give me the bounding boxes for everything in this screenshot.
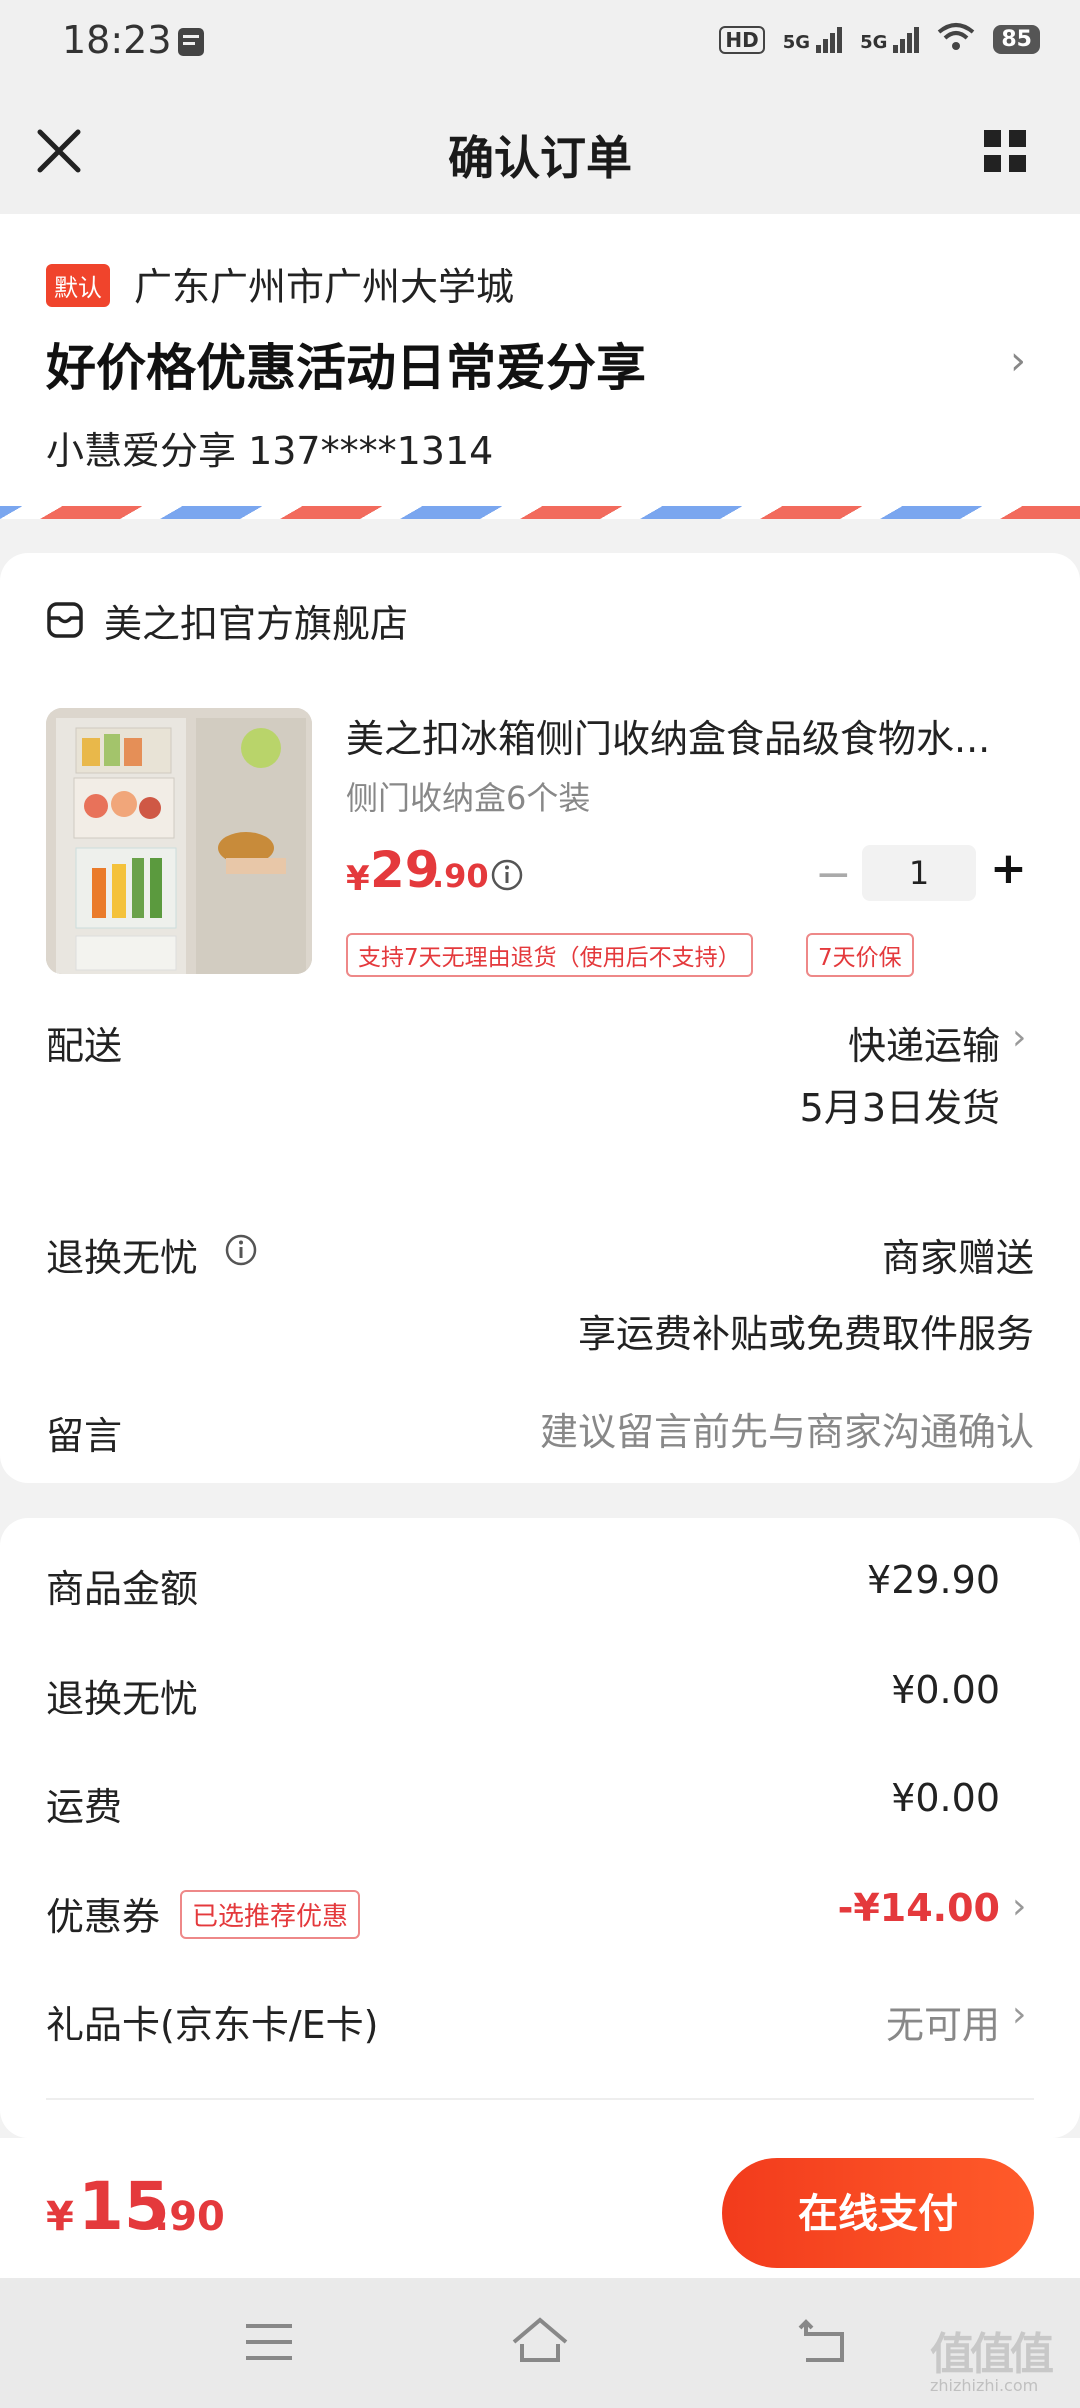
shop-name[interactable]: 美之扣官方旗舰店	[104, 593, 408, 648]
shipping-fee-value: ¥0.00	[891, 1776, 1000, 1820]
increase-button[interactable]: +	[990, 843, 1027, 894]
giftcard-value[interactable]: 无可用	[886, 1994, 1000, 2049]
delivery-chevron-icon: ›	[1012, 1017, 1027, 1058]
goods-amount-value: ¥29.90	[867, 1558, 1000, 1602]
return-service-desc: 享运费补贴或免费取件服务	[577, 1312, 1034, 1356]
return-policy-tag: 支持7天无理由退货（使用后不支持）	[346, 933, 753, 977]
status-bar: 18:23 HD 5G 5G 85	[0, 0, 1080, 88]
message-input[interactable]: 建议留言前先与商家沟通确认	[540, 1401, 1034, 1456]
quantity-field[interactable]: 1	[862, 845, 976, 901]
price-info-icon[interactable]	[490, 858, 524, 892]
giftcard-chevron-icon: ›	[1012, 1994, 1027, 2035]
pay-online-button[interactable]: 在线支付	[722, 2158, 1034, 2268]
address-contact: 小慧爱分享 137****1314	[46, 429, 494, 473]
coupon-tag: 已选推荐优惠	[180, 1890, 361, 1939]
pay-bar: ¥ 15 .90 在线支付	[0, 2138, 1080, 2278]
decrease-button[interactable]: −	[815, 849, 852, 900]
total-decimal: .90	[154, 2194, 225, 2240]
status-time: 18:23	[62, 18, 172, 62]
signal-icon: 5G	[783, 26, 843, 53]
return-fee-value: ¥0.00	[891, 1668, 1000, 1712]
product-spec[interactable]: 侧门收纳盒6个装	[346, 773, 590, 819]
watermark-logo: 值值值	[930, 2329, 1054, 2380]
default-badge: 默认	[46, 264, 110, 307]
chevron-right-icon: ›	[1010, 338, 1026, 384]
coupon-label: 优惠券	[46, 1895, 161, 1939]
return-service-label: 退换无忧	[46, 1236, 199, 1280]
hd-icon: HD	[719, 25, 765, 54]
watermark-url: zhizhizhi.com	[930, 2376, 1039, 2395]
order-item-card: 美之扣官方旗舰店 美之扣冰箱侧门收纳盒食品级食物水... 侧门收纳盒6个装 ¥ …	[0, 553, 1080, 1483]
delivery-method[interactable]: 快递运输	[848, 1015, 1000, 1070]
back-icon[interactable]	[798, 2316, 848, 2370]
price-decimal: .90	[432, 857, 489, 895]
address-region: 广东广州市广州大学城	[134, 265, 515, 309]
return-fee-label: 退换无忧	[46, 1677, 199, 1721]
title-bar: 确认订单	[0, 88, 1080, 214]
product-image[interactable]	[46, 708, 312, 974]
message-label: 留言	[46, 1414, 123, 1458]
shipping-fee-label: 运费	[46, 1785, 123, 1829]
product-title[interactable]: 美之扣冰箱侧门收纳盒食品级食物水...	[346, 708, 1036, 763]
coupon-chevron-icon: ›	[1012, 1886, 1027, 1927]
battery-icon: 85	[993, 25, 1040, 54]
return-info-icon[interactable]	[224, 1233, 258, 1267]
divider	[46, 2098, 1034, 2100]
address-card[interactable]: 默认 广东广州市广州大学城 好价格优惠活动日常爱分享 › 小慧爱分享 137**…	[0, 214, 1080, 519]
goods-amount-label: 商品金额	[46, 1567, 199, 1611]
notification-icon	[176, 26, 206, 58]
address-detail: 好价格优惠活动日常爱分享	[46, 339, 646, 397]
wifi-icon	[937, 22, 975, 57]
home-icon[interactable]	[508, 2314, 572, 2370]
delivery-ship-date: 5月3日发货	[799, 1086, 1000, 1130]
system-nav-bar: 值值值 zhizhizhi.com	[0, 2278, 1080, 2408]
price-protect-tag: 7天价保	[806, 933, 914, 977]
price-summary-card: 商品金额 ¥29.90 退换无忧 ¥0.00 运费 ¥0.00 优惠券 已选推荐…	[0, 1518, 1080, 2138]
shop-icon	[46, 601, 84, 639]
airmail-stripe	[0, 506, 1080, 519]
price-symbol: ¥	[346, 859, 370, 899]
page-title: 确认订单	[448, 131, 632, 185]
signal-icon-2: 5G	[860, 26, 920, 53]
total-symbol: ¥	[46, 2194, 74, 2240]
giftcard-label: 礼品卡(京东卡/E卡)	[46, 2003, 379, 2047]
return-service-value: 商家赠送	[881, 1236, 1034, 1280]
coupon-value[interactable]: -¥14.00	[838, 1886, 1000, 1930]
menu-icon[interactable]	[244, 2320, 294, 2368]
status-icons: HD 5G 5G 85	[719, 22, 1040, 57]
price-integer: 29	[370, 841, 440, 899]
delivery-label: 配送	[46, 1024, 123, 1068]
grid-menu-icon[interactable]	[982, 128, 1028, 174]
